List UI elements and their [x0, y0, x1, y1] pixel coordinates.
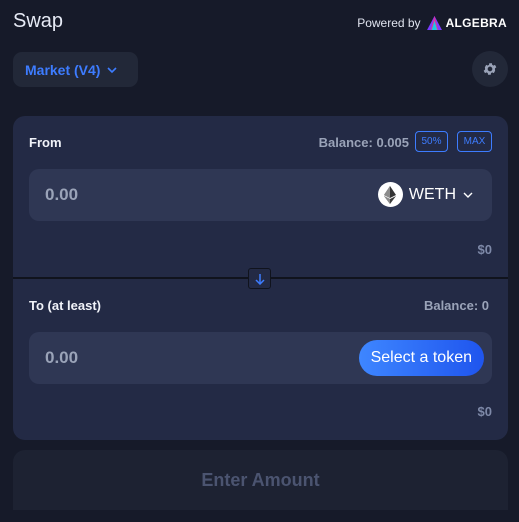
market-version-dropdown[interactable]: Market (V4) [13, 52, 138, 87]
to-balance: Balance: 0 [423, 298, 489, 313]
from-label: From [29, 135, 62, 150]
from-balance: Balance: 0.005 [318, 135, 409, 150]
eth-icon [377, 182, 403, 207]
arrow-down-icon [254, 273, 265, 285]
page-title: Swap [13, 10, 64, 32]
to-amount-input[interactable] [45, 332, 245, 384]
enter-amount-button[interactable]: Enter Amount [13, 450, 508, 510]
powered-by: Powered by ALGEBRA [357, 16, 507, 30]
algebra-logo-icon [426, 16, 442, 30]
market-version-label: Market (V4) [25, 61, 101, 78]
from-usd-value: $0 [477, 242, 492, 257]
from-token-name: WETH [408, 185, 456, 203]
from-token-selector[interactable]: WETH [377, 182, 474, 207]
to-usd-value: $0 [477, 404, 492, 419]
gear-icon [483, 63, 497, 75]
max-button[interactable]: MAX [457, 131, 492, 152]
from-amount-field: WETH [29, 169, 492, 221]
fifty-percent-button[interactable]: 50% [415, 131, 448, 152]
chevron-down-icon [107, 66, 118, 73]
chevron-down-icon [463, 192, 473, 198]
select-token-button[interactable]: Select a token [358, 340, 484, 376]
to-amount-field: Select a token [29, 332, 492, 384]
to-label: To (at least) [29, 298, 101, 313]
swap-card: From Balance: 0.005 50% MAX WETH $0 [13, 116, 508, 440]
powered-by-label: Powered by [357, 16, 421, 30]
switch-direction-button[interactable] [248, 268, 271, 289]
from-amount-input[interactable] [45, 169, 245, 221]
settings-button[interactable] [472, 51, 508, 87]
algebra-brand: ALGEBRA [445, 16, 507, 30]
